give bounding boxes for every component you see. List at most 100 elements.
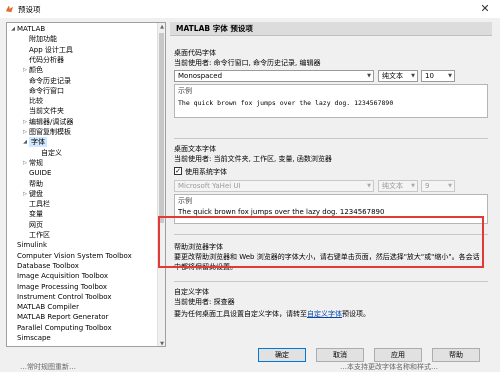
tree-item-label: Image Processing Toolbox <box>17 282 108 291</box>
tree-item[interactable]: Computer Vision System Toolbox <box>7 251 157 261</box>
use-system-font-checkbox[interactable]: ✓ <box>174 167 182 175</box>
section-divider <box>174 138 488 139</box>
code-font-style-value: 纯文本 <box>382 72 403 80</box>
tree-scrollbar[interactable]: ▲ ▼ <box>157 23 165 346</box>
tree-item-label: Database Toolbox <box>17 261 79 270</box>
tree-item[interactable]: 帮助 <box>7 179 157 189</box>
tree-item[interactable]: 变量 <box>7 209 157 219</box>
tree-item[interactable]: MATLAB Compiler <box>7 302 157 312</box>
tree-item[interactable]: ◢ 字体 <box>7 137 157 148</box>
text-font-name-select[interactable]: Microsoft YaHei UI ▼ <box>174 180 374 192</box>
tree-item-label: 命令历史记录 <box>29 76 71 85</box>
tree-item[interactable]: 网页 <box>7 220 157 230</box>
tree-item-label: 附加功能 <box>29 35 57 44</box>
matlab-logo-icon <box>5 5 14 13</box>
tree-item[interactable]: 附加功能 <box>7 34 157 44</box>
tree-item[interactable]: 比较 <box>7 96 157 106</box>
tree-item-label: MATLAB <box>17 25 46 33</box>
expand-arrow-icon[interactable]: ▷ <box>22 158 28 168</box>
code-font-size-select[interactable]: 10 ▼ <box>421 70 455 82</box>
code-sample-text: The quick brown fox jumps over the lazy … <box>178 99 394 107</box>
tree-item-label: 颜色 <box>29 66 43 75</box>
code-font-name-value: Monospaced <box>178 72 223 80</box>
tree-item[interactable]: GUIDE <box>7 168 157 178</box>
tree-item[interactable]: ▷ 键盘 <box>7 189 157 199</box>
tree-item[interactable]: ▷ 图窗复制模板 <box>7 127 157 137</box>
collapse-arrow-icon[interactable]: ◢ <box>10 24 16 34</box>
tree-item-label: 命令行窗口 <box>29 86 64 95</box>
highlight-box <box>158 216 484 268</box>
tree-item-label: Parallel Computing Toolbox <box>17 323 112 332</box>
tree-item[interactable]: ▷ 常规 <box>7 158 157 168</box>
desktop-text-font-title: 桌面文本字体 <box>174 145 216 153</box>
code-font-sample-box: 示例 The quick brown fox jumps over the la… <box>174 84 488 118</box>
custom-font-usage: 当前使用者: 探查器 <box>174 298 235 306</box>
text-font-size-value: 9 <box>425 182 430 190</box>
chevron-down-icon: ▼ <box>411 183 415 189</box>
tree-item[interactable]: 当前文件夹 <box>7 106 157 116</box>
code-sample-label: 示例 <box>178 87 192 95</box>
tree-item[interactable]: 自定义 <box>7 148 157 158</box>
cancel-button[interactable]: 取消 <box>316 348 364 362</box>
scroll-up-icon[interactable]: ▲ <box>158 23 165 31</box>
custom-font-link[interactable]: 自定义字体 <box>307 310 342 318</box>
expand-arrow-icon[interactable]: ▷ <box>22 65 28 75</box>
title-bar: 预设项 ✕ <box>0 0 500 18</box>
text-sample-text: The quick brown fox jumps over the lazy … <box>178 208 385 216</box>
tree-item[interactable]: 工作区 <box>7 230 157 240</box>
tree-item-label: 字体 <box>29 137 47 148</box>
tree-item[interactable]: 命令历史记录 <box>7 76 157 86</box>
tree-item-label: Simscape <box>17 334 51 342</box>
tree-item[interactable]: App 设计工具 <box>7 45 157 55</box>
custom-font-text-before: 要为任何桌面工具设置自定义字体，请转至 <box>174 310 307 318</box>
desktop-code-font-title: 桌面代码字体 <box>174 49 216 57</box>
tree-item[interactable]: Instrument Control Toolbox <box>7 292 157 302</box>
tree-item[interactable]: ▷ 颜色 <box>7 65 157 75</box>
tree-item-label: 网页 <box>29 220 43 229</box>
tree-item[interactable]: ▷ 编辑器/调试器 <box>7 117 157 127</box>
collapse-arrow-icon[interactable]: ◢ <box>22 137 28 147</box>
expand-arrow-icon[interactable]: ▷ <box>22 189 28 199</box>
text-font-size-select[interactable]: 9 ▼ <box>421 180 455 192</box>
code-font-style-select[interactable]: 纯文本 ▼ <box>378 70 418 82</box>
tree-item-label: 比较 <box>29 97 43 106</box>
background-text-left: …常时规图重新… <box>20 363 76 371</box>
help-button[interactable]: 帮助 <box>432 348 480 362</box>
tree-item[interactable]: MATLAB Report Generator <box>7 312 157 322</box>
tree-item-label: GUIDE <box>29 169 52 178</box>
tree-item[interactable]: ◢ MATLAB <box>7 24 157 34</box>
tree-item[interactable]: 代码分析器 <box>7 55 157 65</box>
custom-font-title: 自定义字体 <box>174 288 209 296</box>
ok-button[interactable]: 确定 <box>258 348 306 362</box>
tree-item[interactable]: Database Toolbox <box>7 261 157 271</box>
panel-title: MATLAB 字体 预设项 <box>170 22 492 36</box>
tree-item-label: App 设计工具 <box>29 45 73 54</box>
tree-item-label: 图窗复制模板 <box>29 128 71 136</box>
scroll-down-icon[interactable]: ▼ <box>158 340 165 346</box>
expand-arrow-icon[interactable]: ▷ <box>22 127 28 137</box>
chevron-down-icon: ▼ <box>448 73 452 79</box>
tree-item[interactable]: Simulink <box>7 240 157 250</box>
tree-item[interactable]: Image Processing Toolbox <box>7 282 157 292</box>
tree-item[interactable]: 工具栏 <box>7 199 157 209</box>
tree-item-label: Image Acquisition Toolbox <box>17 272 108 281</box>
code-font-size-value: 10 <box>425 72 434 80</box>
scroll-thumb[interactable] <box>159 33 164 223</box>
tree-item[interactable]: Parallel Computing Toolbox <box>7 323 157 333</box>
tree-item[interactable]: 命令行窗口 <box>7 86 157 96</box>
text-font-style-value: 纯文本 <box>382 182 403 190</box>
close-icon[interactable]: ✕ <box>470 0 500 18</box>
chevron-down-icon: ▼ <box>367 73 371 79</box>
tree-item-label: 自定义 <box>41 148 62 157</box>
text-font-style-select[interactable]: 纯文本 ▼ <box>378 180 418 192</box>
tree-item[interactable]: Simscape <box>7 333 157 343</box>
text-sample-label: 示例 <box>178 197 192 205</box>
code-font-name-select[interactable]: Monospaced ▼ <box>174 70 374 82</box>
apply-button[interactable]: 应用 <box>374 348 422 362</box>
tree-item[interactable]: Image Acquisition Toolbox <box>7 271 157 281</box>
expand-arrow-icon[interactable]: ▷ <box>22 117 28 127</box>
tree-item-label: Simulink <box>17 241 48 250</box>
tree-item-label: Computer Vision System Toolbox <box>17 251 132 260</box>
tree-item-label: 变量 <box>29 210 43 219</box>
tree-item-label: 常规 <box>29 158 43 167</box>
